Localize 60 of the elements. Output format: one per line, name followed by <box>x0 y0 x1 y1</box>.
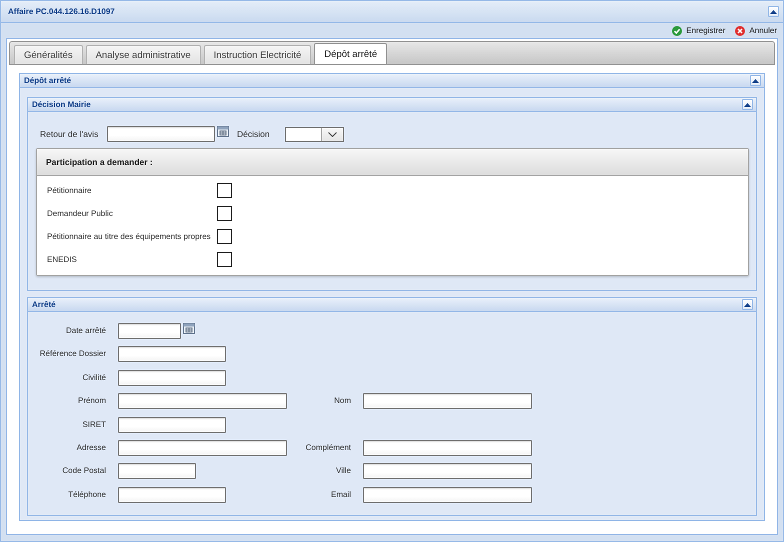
field-label: Complément <box>304 442 351 454</box>
collapse-button[interactable] <box>750 75 761 86</box>
input-field[interactable] <box>363 463 532 480</box>
caret-up-icon <box>770 10 777 14</box>
panel-title: Arrêté <box>32 300 56 309</box>
field-label: Référence Dossier <box>38 348 106 360</box>
input-field[interactable] <box>118 416 226 433</box>
date-field[interactable] <box>107 126 215 142</box>
field-label: Téléphone <box>67 488 106 501</box>
input-field[interactable] <box>363 440 532 456</box>
checkbox-label: Pétitionnaire <box>47 186 92 195</box>
calendar-icon[interactable] <box>183 322 195 334</box>
checkbox-label: ENEDIS <box>47 255 78 264</box>
panel-title: Décision Mairie <box>32 100 91 109</box>
field-label: Code Postal <box>61 465 106 478</box>
field-label: Adresse <box>76 442 106 454</box>
input-field[interactable] <box>118 346 226 362</box>
dropdown[interactable] <box>284 126 344 142</box>
panel-title: Dépôt arrêté <box>24 76 72 85</box>
panel-title: Participation a demander : <box>46 157 153 167</box>
input-field[interactable] <box>118 370 226 386</box>
collapse-button[interactable] <box>742 99 753 110</box>
input-field[interactable] <box>118 463 196 480</box>
tab[interactable]: Instruction Electricité <box>204 45 312 64</box>
field-label: SIRET <box>81 418 106 431</box>
checkbox[interactable] <box>217 183 232 198</box>
checkbox-label: Pétitionnaire au titre des équipements propres <box>47 232 212 241</box>
caret-up-icon <box>744 302 751 306</box>
calendar-icon[interactable] <box>217 125 229 137</box>
input-field[interactable] <box>118 486 226 503</box>
caret-up-icon <box>752 78 759 82</box>
field-label: Prénom <box>76 395 106 408</box>
cancel-button[interactable]: Annuler <box>735 26 777 36</box>
caret-up-icon <box>744 102 751 106</box>
input-field[interactable] <box>363 486 532 503</box>
field-label: Date arrêté <box>64 325 106 337</box>
field-label: Nom <box>333 395 351 408</box>
save-button[interactable]: Enregistrer <box>672 26 726 36</box>
tab[interactable]: Analyse administrative <box>86 45 201 64</box>
window-title: Affaire PC.044.126.16.D1097 <box>8 7 115 16</box>
checkbox[interactable] <box>217 206 232 221</box>
chevron-down-icon <box>328 132 337 136</box>
field-label: Email <box>330 488 351 501</box>
check-icon <box>672 26 682 36</box>
checkbox-label: Demandeur Public <box>47 209 114 218</box>
checkbox[interactable] <box>217 229 232 244</box>
date-field[interactable] <box>118 323 181 339</box>
collapse-button[interactable] <box>742 299 753 310</box>
tab[interactable]: Dépôt arrêté <box>314 43 388 64</box>
checkbox[interactable] <box>217 252 232 267</box>
collapse-button[interactable] <box>768 6 779 17</box>
field-label: Retour de l'avis <box>40 129 100 139</box>
field-label: Civilité <box>81 372 106 384</box>
input-field[interactable] <box>118 440 287 456</box>
input-field[interactable] <box>118 393 287 410</box>
field-label: Décision <box>237 129 270 139</box>
field-label: Ville <box>335 465 351 478</box>
close-icon <box>735 26 746 36</box>
input-field[interactable] <box>363 393 532 410</box>
tab[interactable]: Généralités <box>14 45 83 64</box>
